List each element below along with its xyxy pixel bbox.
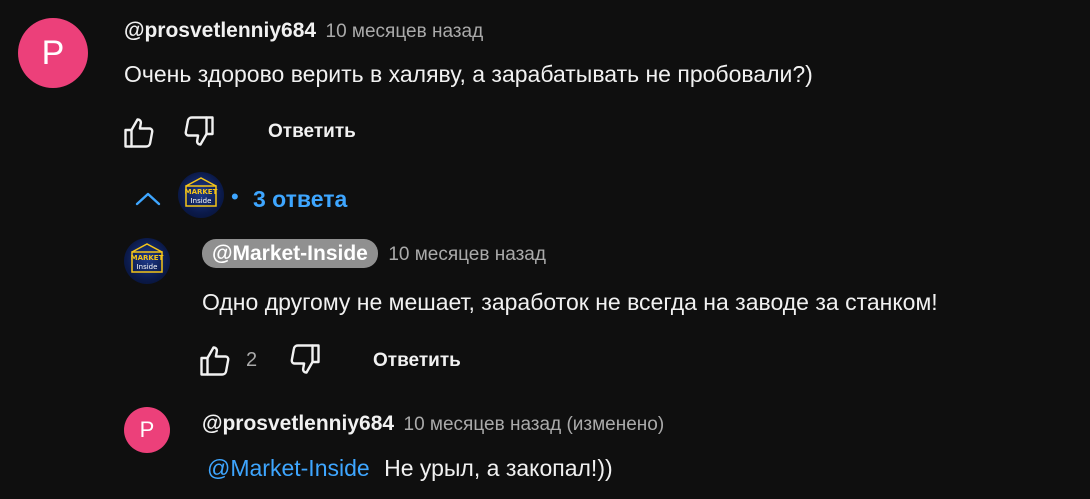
thumb-down-icon bbox=[184, 116, 214, 146]
like-button[interactable] bbox=[197, 343, 233, 379]
mention-link[interactable]: @Market-Inside bbox=[207, 455, 370, 481]
chevron-up-icon bbox=[135, 192, 161, 206]
reply-text: Одно другому не мешает, заработок не все… bbox=[202, 289, 938, 315]
avatar-letter: P bbox=[139, 417, 155, 442]
channel-avatar-small: MARKET Inside bbox=[178, 172, 224, 218]
market-inside-logo-icon: MARKET Inside bbox=[185, 177, 218, 207]
reply-text-body: Не урыл, а закопал!)) bbox=[384, 455, 613, 481]
reply-header: @prosvetlenniy684 10 месяцев назад (изме… bbox=[202, 412, 664, 436]
like-count: 2 bbox=[246, 349, 258, 371]
reply-author[interactable]: @prosvetlenniy684 bbox=[202, 412, 394, 435]
avatar-letter: P bbox=[41, 33, 65, 72]
logo-text-bottom: Inside bbox=[137, 263, 158, 271]
logo-text-bottom: Inside bbox=[191, 197, 212, 205]
reply-button[interactable]: Ответить bbox=[268, 121, 356, 143]
comment-text: Очень здорово верить в халяву, а зарабат… bbox=[124, 61, 813, 87]
logo-text-top: MARKET bbox=[185, 188, 218, 196]
avatar[interactable]: MARKET Inside bbox=[124, 238, 170, 284]
thumb-down-icon bbox=[290, 344, 320, 374]
dislike-button[interactable] bbox=[181, 113, 217, 149]
reply-timestamp[interactable]: 10 месяцев назад (изменено) bbox=[404, 414, 665, 435]
dislike-button[interactable] bbox=[287, 341, 323, 377]
avatar[interactable]: P bbox=[124, 407, 170, 453]
thumb-up-icon bbox=[200, 346, 230, 376]
reply-header: @Market-Inside 10 месяцев назад bbox=[202, 239, 546, 268]
logo-text-top: MARKET bbox=[131, 254, 164, 262]
replies-count-label[interactable]: 3 ответа bbox=[253, 186, 347, 213]
separator-dot: • bbox=[231, 184, 239, 209]
reply-timestamp[interactable]: 10 месяцев назад bbox=[388, 244, 546, 265]
comment-header: @prosvetlenniy684 10 месяцев назад bbox=[124, 19, 483, 43]
channel-owner-badge[interactable]: @Market-Inside bbox=[202, 239, 378, 268]
reply-button[interactable]: Ответить bbox=[373, 350, 461, 372]
comment-author[interactable]: @prosvetlenniy684 bbox=[124, 19, 316, 42]
market-inside-logo-icon: MARKET Inside bbox=[131, 243, 164, 273]
thumb-up-icon bbox=[124, 118, 154, 148]
avatar[interactable]: P bbox=[18, 18, 88, 88]
reply-text: @Market-Inside Не урыл, а закопал!)) bbox=[207, 455, 613, 482]
like-button[interactable] bbox=[121, 115, 157, 151]
replies-toggle[interactable]: MARKET Inside • 3 ответа bbox=[134, 172, 374, 224]
comment-timestamp[interactable]: 10 месяцев назад bbox=[326, 21, 484, 42]
